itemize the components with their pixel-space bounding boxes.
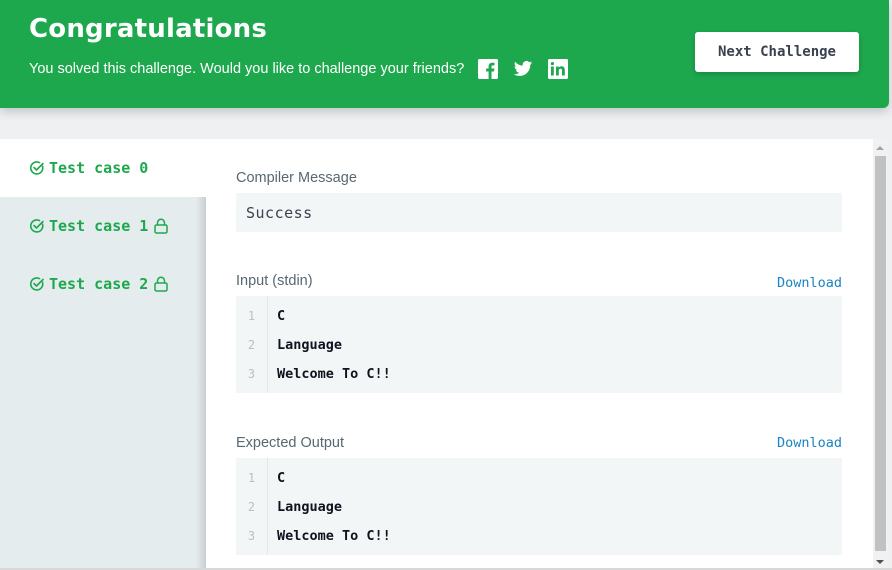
input-label: Input (stdin) (236, 273, 313, 289)
code-line: 2 Language (236, 330, 342, 359)
results-panel: Test case 0 Test case 1 Test case 2 Comp… (0, 139, 873, 570)
check-circle-icon (29, 219, 44, 233)
line-text: C (277, 307, 286, 324)
code-line: 1 C (236, 463, 285, 492)
line-text: Welcome To C!! (277, 527, 391, 544)
share-linkedin[interactable] (548, 59, 568, 79)
line-number: 3 (247, 528, 256, 543)
vertical-scrollbar[interactable] (873, 139, 888, 570)
expected-code-block: 1 C 2 Language 3 Welcome To C!! (236, 458, 842, 555)
tab-label: Test case 2 (49, 275, 149, 293)
line-text: Language (277, 498, 343, 515)
tab-test-case-2[interactable]: Test case 2 (0, 255, 206, 313)
input-code-block: 1 C 2 Language 3 Welcome To C!! (236, 296, 842, 393)
tab-test-case-0[interactable]: Test case 0 (0, 139, 206, 197)
facebook-icon[interactable] (478, 59, 498, 79)
line-number: 1 (247, 308, 256, 323)
compiler-message-label: Compiler Message (236, 170, 357, 186)
test-case-tabs: Test case 0 Test case 1 Test case 2 (0, 139, 206, 570)
scroll-down-arrow-icon[interactable] (876, 560, 884, 564)
banner-title: Congratulations (29, 14, 268, 44)
check-circle-icon (29, 161, 44, 175)
code-line: 3 Welcome To C!! (236, 521, 391, 550)
line-text: C (277, 469, 286, 486)
line-text: Welcome To C!! (277, 365, 391, 382)
code-line: 3 Welcome To C!! (236, 359, 391, 388)
share-twitter[interactable] (513, 59, 533, 79)
banner-subtitle: You solved this challenge. Would you lik… (29, 61, 465, 77)
lock-icon (154, 276, 169, 292)
code-line: 2 Language (236, 492, 342, 521)
next-challenge-button[interactable]: Next Challenge (695, 32, 859, 72)
compiler-message: Success (236, 193, 842, 232)
line-number: 3 (247, 366, 256, 381)
linkedin-icon[interactable] (548, 59, 568, 79)
line-text: Language (277, 336, 343, 353)
expected-download-link[interactable]: Download (777, 435, 842, 451)
scroll-up-arrow-icon[interactable] (876, 146, 884, 150)
line-number: 2 (247, 337, 256, 352)
scrollbar-thumb[interactable] (875, 156, 886, 551)
code-line: 1 C (236, 301, 285, 330)
congratulations-banner: Congratulations You solved this challeng… (0, 0, 889, 108)
tab-label: Test case 0 (49, 159, 149, 177)
check-circle-icon (29, 277, 44, 291)
twitter-icon[interactable] (513, 59, 533, 79)
line-number: 1 (247, 470, 256, 485)
tab-label: Test case 1 (49, 217, 149, 235)
line-number: 2 (247, 499, 256, 514)
tab-test-case-1[interactable]: Test case 1 (0, 197, 206, 255)
expected-output-label: Expected Output (236, 435, 345, 451)
input-download-link[interactable]: Download (777, 275, 842, 291)
share-facebook[interactable] (478, 59, 498, 79)
tabs-shadow (196, 197, 206, 570)
lock-icon (154, 218, 169, 234)
